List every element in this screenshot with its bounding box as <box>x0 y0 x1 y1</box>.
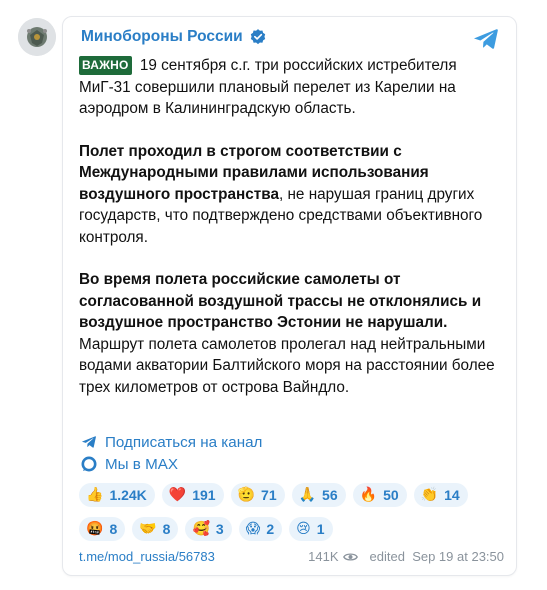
channel-name[interactable]: Минобороны России <box>81 28 243 46</box>
military-emblem-icon <box>18 18 56 56</box>
clapping-hands-icon: 👏 <box>420 487 439 503</box>
salute-icon: 🫡 <box>237 487 256 503</box>
max-icon <box>81 456 97 472</box>
angry-face-icon: 🤬 <box>86 521 104 537</box>
reaction-thumbs-up[interactable]: 👍 1.24K <box>79 483 155 507</box>
max-link[interactable]: Мы в MAX <box>81 453 262 475</box>
reactions: 👍 1.24K ❤️ 191 🫡 71 🙏 56 🔥 50 👏 14 🤬 8 🤝 8 🥰 3 😱 2… <box>79 483 509 551</box>
post-paragraph-1: ВАЖНО 19 сентября с.г. три российских ис… <box>79 55 504 120</box>
post-paragraph-2: Полет проходил в строгом соответствии с … <box>79 141 504 249</box>
subscribe-link-label[interactable]: Подписаться на канал <box>105 434 262 451</box>
post-card: Минобороны России ВАЖНО 19 сентября с.г.… <box>62 16 517 576</box>
reaction-angry[interactable]: 🤬 8 <box>79 517 126 541</box>
reaction-heart[interactable]: ❤️ 191 <box>161 483 224 507</box>
post-paragraph-1-text: 19 сентября с.г. три российских истребит… <box>79 57 457 117</box>
post-paragraph-3-bold: Во время полета российские самолеты от с… <box>79 271 482 331</box>
important-badge: ВАЖНО <box>79 56 132 75</box>
reaction-count: 191 <box>192 487 216 503</box>
reaction-cry[interactable]: 😢 1 <box>289 517 333 541</box>
heart-icon: ❤️ <box>168 487 187 503</box>
channel-header: Минобороны России <box>81 28 267 46</box>
post-text: ВАЖНО 19 сентября с.г. три российских ис… <box>79 55 504 419</box>
post-paragraph-3-text: Маршрут полета самолетов пролегал над не… <box>79 335 495 396</box>
thumbs-up-icon: 👍 <box>86 487 104 503</box>
reaction-count: 71 <box>261 487 277 503</box>
reaction-count: 50 <box>383 487 399 503</box>
telegram-plane-icon <box>82 436 96 448</box>
post-paragraph-3: Во время полета российские самолеты от с… <box>79 269 504 398</box>
channel-avatar[interactable] <box>18 18 56 56</box>
reaction-pray[interactable]: 🙏 56 <box>291 483 346 507</box>
edited-timestamp: edited Sep 19 at 23:50 <box>369 549 504 564</box>
telegram-logo-icon[interactable] <box>473 27 499 51</box>
reactions-row-1: 👍 1.24K ❤️ 191 🫡 71 🙏 56 🔥 50 👏 14 <box>79 483 509 507</box>
screaming-face-icon: 😱 <box>245 521 261 537</box>
post-link[interactable]: t.me/mod_russia/56783 <box>79 549 215 564</box>
views-counter: 141K <box>308 549 358 564</box>
reaction-count: 1.24K <box>109 487 147 503</box>
reactions-row-2: 🤬 8 🤝 8 🥰 3 😱 2 😢 1 <box>79 517 509 541</box>
reaction-love[interactable]: 🥰 3 <box>185 517 232 541</box>
crying-face-icon: 😢 <box>296 521 311 537</box>
reaction-fire[interactable]: 🔥 50 <box>352 483 407 507</box>
reaction-count: 14 <box>444 487 460 503</box>
fire-icon: 🔥 <box>359 487 378 503</box>
handshake-icon: 🤝 <box>139 521 157 537</box>
smiling-hearts-icon: 🥰 <box>192 521 210 537</box>
praying-hands-icon: 🙏 <box>298 487 317 503</box>
views-count: 141K <box>308 549 339 564</box>
reaction-handshake[interactable]: 🤝 8 <box>132 517 179 541</box>
channel-links: Подписаться на канал Мы в MAX <box>81 431 262 475</box>
reaction-salute[interactable]: 🫡 71 <box>230 483 285 507</box>
reaction-scream[interactable]: 😱 2 <box>238 517 283 541</box>
verified-badge-icon <box>250 29 265 45</box>
reaction-count: 8 <box>109 521 118 537</box>
reaction-count: 2 <box>266 521 275 537</box>
subscribe-link[interactable]: Подписаться на канал <box>81 431 262 453</box>
reaction-count: 8 <box>162 521 171 537</box>
reaction-count: 3 <box>215 521 224 537</box>
reaction-clap[interactable]: 👏 14 <box>413 483 468 507</box>
reaction-count: 1 <box>316 521 325 537</box>
post-footer: t.me/mod_russia/56783 141K edited Sep 19… <box>79 549 504 564</box>
eye-icon <box>342 553 358 560</box>
reaction-count: 56 <box>322 487 338 503</box>
max-link-label[interactable]: Мы в MAX <box>105 456 178 473</box>
